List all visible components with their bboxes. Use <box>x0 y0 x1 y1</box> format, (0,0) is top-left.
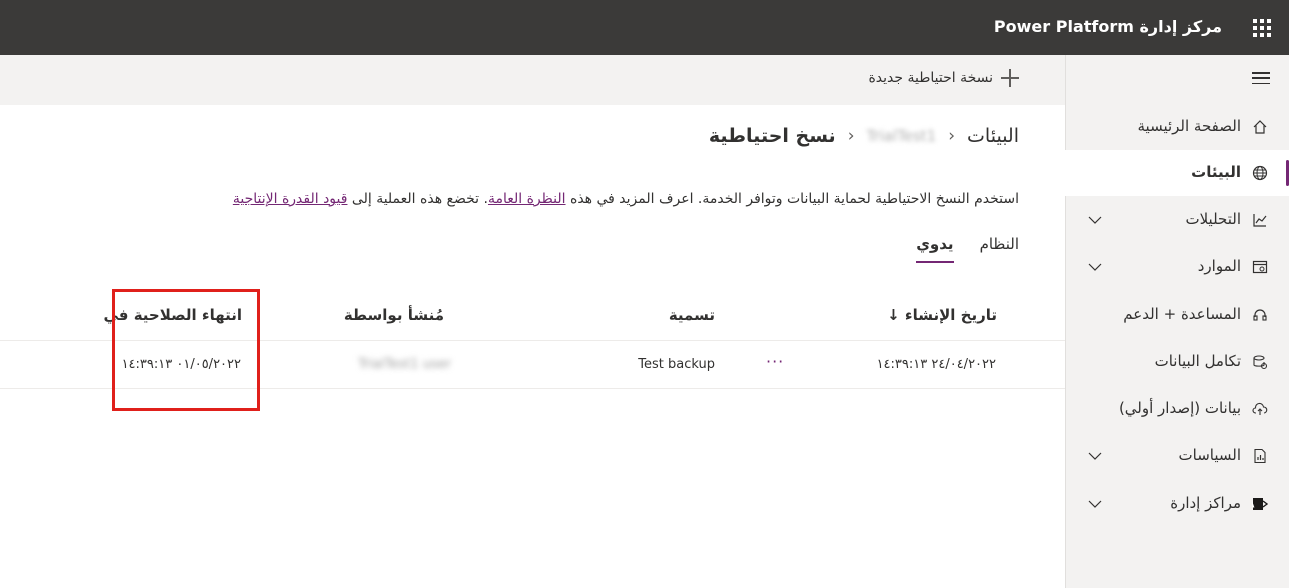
breadcrumb-environments[interactable]: البيئات <box>967 125 1019 147</box>
navigation-pane: الصفحة الرئيسية البيئات التحليلات الموار… <box>1065 55 1289 588</box>
globe-icon <box>1251 164 1269 182</box>
policies-icon <box>1251 447 1269 465</box>
nav-item-policies[interactable]: السياسات <box>1065 433 1289 479</box>
nav-item-analytics[interactable]: التحليلات <box>1065 197 1289 243</box>
more-options-icon[interactable]: ··· <box>766 352 784 371</box>
headset-icon <box>1251 306 1269 324</box>
data-integration-icon <box>1251 353 1269 371</box>
description-text: استخدم النسخ الاحتياطية لحماية البيانات … <box>565 191 1019 207</box>
nav-item-label: مراكز إدارة <box>1170 494 1241 512</box>
cell-created-by: TrialTest1 user <box>358 357 451 372</box>
app-launcher-icon[interactable] <box>1253 19 1271 37</box>
plus-icon <box>1001 69 1019 87</box>
page-description: استخدم النسخ الاحتياطية لحماية البيانات … <box>149 188 1019 210</box>
chevron-down-icon[interactable] <box>1087 259 1103 275</box>
nav-item-label: المساعدة + الدعم <box>1123 305 1241 323</box>
app-title[interactable]: مركز إدارة Power Platform <box>994 17 1222 36</box>
new-backup-button[interactable]: نسخة احتياطية جديدة <box>868 69 1019 87</box>
nav-item-data-preview[interactable]: بيانات (إصدار أولي) <box>1065 386 1289 432</box>
column-header-label[interactable]: تسمية <box>669 306 715 324</box>
new-backup-label: نسخة احتياطية جديدة <box>868 70 993 86</box>
nav-item-environments[interactable]: البيئات <box>1065 150 1289 196</box>
nav-item-label: البيئات <box>1191 163 1241 181</box>
chevron-down-icon[interactable] <box>1087 496 1103 512</box>
home-icon <box>1251 118 1269 136</box>
breadcrumb: البيئات ‹ TrialTest1 ‹ نسخ احتياطية <box>709 125 1019 147</box>
cell-created-on: ٢٤/٠٤/٢٠٢٢ ١٤:٣٩:١٣ <box>876 357 996 372</box>
highlight-box <box>112 289 260 411</box>
nav-item-help-support[interactable]: المساعدة + الدعم <box>1065 292 1289 338</box>
nav-item-label: السياسات <box>1178 446 1241 464</box>
breadcrumb-environment-name[interactable]: TrialTest1 <box>867 127 937 145</box>
chevron-left-icon: ‹ <box>948 126 956 146</box>
resources-icon <box>1251 258 1269 276</box>
throughput-limits-link[interactable]: قيود القدرة الإنتاجية <box>233 191 348 207</box>
admin-centers-icon: A <box>1251 495 1269 513</box>
nav-item-label: تكامل البيانات <box>1154 352 1241 370</box>
nav-item-label: بيانات (إصدار أولي) <box>1118 399 1241 417</box>
chevron-down-icon[interactable] <box>1087 448 1103 464</box>
cloud-upload-icon <box>1251 400 1269 418</box>
chevron-down-icon[interactable] <box>1087 212 1103 228</box>
nav-item-label: الصفحة الرئيسية <box>1137 117 1242 135</box>
overview-link[interactable]: النظرة العامة <box>488 191 566 207</box>
chart-icon <box>1251 211 1269 229</box>
cell-label: Test backup <box>638 357 715 372</box>
nav-item-resources[interactable]: الموارد <box>1065 244 1289 290</box>
page-title: نسخ احتياطية <box>708 125 836 147</box>
command-bar: نسخة احتياطية جديدة <box>0 55 1065 105</box>
nav-item-label: الموارد <box>1197 257 1241 275</box>
nav-item-data-integration[interactable]: تكامل البيانات <box>1065 339 1289 385</box>
tab-manual[interactable]: يدوي <box>916 235 954 263</box>
nav-item-admin-centers[interactable]: A مراكز إدارة <box>1065 481 1289 527</box>
description-text: . تخضع هذه العملية إلى <box>347 191 488 207</box>
backup-type-tabs: النظام يدوي <box>916 235 1019 263</box>
top-bar: مركز إدارة Power Platform <box>0 0 1289 55</box>
chevron-left-icon: ‹ <box>847 126 855 146</box>
nav-item-label: التحليلات <box>1185 210 1241 228</box>
column-header-created-on[interactable]: تاريخ الإنشاء ↓ <box>887 306 997 324</box>
tab-system[interactable]: النظام <box>980 235 1019 263</box>
hamburger-menu-icon[interactable] <box>1252 72 1270 84</box>
nav-item-home[interactable]: الصفحة الرئيسية <box>1065 104 1289 150</box>
column-header-created-by[interactable]: مُنشأ بواسطة <box>344 306 444 324</box>
